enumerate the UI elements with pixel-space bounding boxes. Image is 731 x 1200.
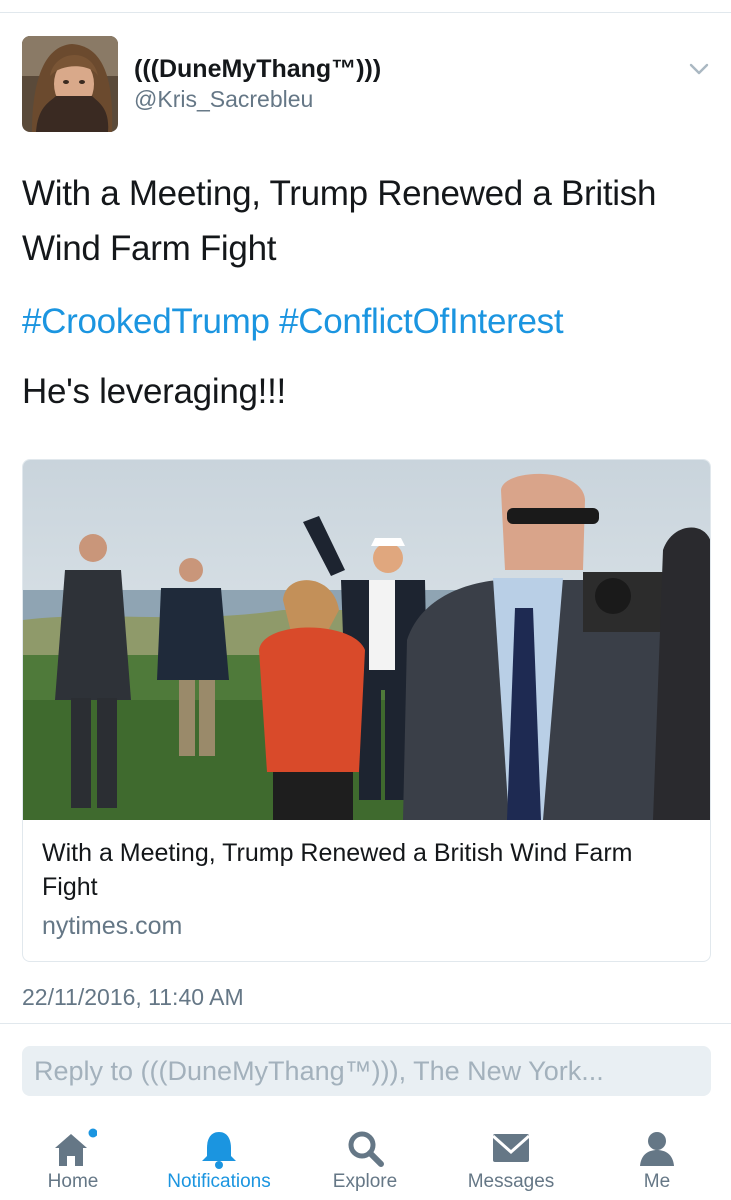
tab-explore[interactable]: Explore <box>292 1118 438 1200</box>
envelope-icon <box>492 1134 530 1162</box>
tab-label: Explore <box>332 1171 398 1192</box>
tab-label: Home <box>47 1171 99 1192</box>
tab-label: Notifications <box>167 1171 271 1192</box>
tweet-hashtags: #CrookedTrump #ConflictOfInterest <box>22 294 712 349</box>
notification-dot <box>88 1128 97 1138</box>
home-icon <box>55 1128 97 1166</box>
tweet-text-comment: He's leveraging!!! <box>22 372 286 411</box>
link-card[interactable]: With a Meeting, Trump Renewed a British … <box>22 459 711 962</box>
chevron-down-icon[interactable] <box>688 58 710 80</box>
tweet-header: (((DuneMyThang™))) @Kris_Sacrebleu <box>22 36 712 132</box>
tab-bar: Home Notifications Explore Messages Me <box>0 1118 731 1200</box>
reply-input[interactable]: Reply to (((DuneMyThang™))), The New Yor… <box>22 1046 711 1096</box>
tab-label: Messages <box>467 1171 555 1192</box>
tab-notifications[interactable]: Notifications <box>146 1118 292 1200</box>
divider <box>0 1023 731 1024</box>
search-icon <box>348 1131 384 1167</box>
hashtag-link[interactable]: #ConflictOfInterest <box>279 302 563 341</box>
avatar[interactable] <box>22 36 118 132</box>
user-handle[interactable]: @Kris_Sacrebleu <box>134 84 381 114</box>
person-icon <box>640 1132 674 1166</box>
bell-icon <box>202 1132 236 1169</box>
tab-home[interactable]: Home <box>0 1118 146 1200</box>
reply-placeholder: Reply to (((DuneMyThang™))), The New Yor… <box>34 1056 604 1086</box>
tweet-timestamp: 22/11/2016, 11:40 AM <box>22 984 244 1010</box>
tab-label: Me <box>643 1171 671 1192</box>
hashtag-link[interactable]: #CrookedTrump <box>22 302 270 341</box>
tab-me[interactable]: Me <box>584 1118 730 1200</box>
card-domain: nytimes.com <box>42 912 183 940</box>
tab-messages[interactable]: Messages <box>438 1118 584 1200</box>
card-image <box>23 460 710 820</box>
top-divider <box>0 12 731 13</box>
display-name[interactable]: (((DuneMyThang™))) <box>134 54 381 84</box>
card-title[interactable]: With a Meeting, Trump Renewed a British … <box>42 836 682 904</box>
tweet-text-headline: With a Meeting, Trump Renewed a British … <box>22 174 657 268</box>
